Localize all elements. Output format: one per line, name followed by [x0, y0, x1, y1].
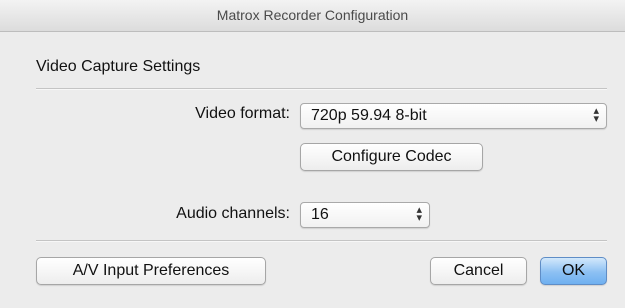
up-down-arrows-icon: ▴ ▾: [593, 105, 599, 126]
video-format-label: Video format:: [195, 105, 290, 122]
audio-channels-value: 16: [311, 206, 329, 223]
audio-channels-label: Audio channels:: [176, 205, 290, 222]
window-titlebar[interactable]: Matrox Recorder Configuration: [0, 0, 625, 32]
configure-codec-button[interactable]: Configure Codec: [300, 143, 483, 171]
video-format-select[interactable]: 720p 59.94 8-bit ▴ ▾: [300, 103, 607, 129]
section-divider: [36, 88, 607, 90]
up-down-arrows-icon: ▴ ▾: [416, 204, 422, 225]
av-input-preferences-button[interactable]: A/V Input Preferences: [36, 257, 266, 285]
audio-channels-select[interactable]: 16 ▴ ▾: [300, 202, 430, 228]
video-format-value: 720p 59.94 8-bit: [311, 107, 427, 124]
ok-button[interactable]: OK: [540, 257, 607, 285]
window-title: Matrox Recorder Configuration: [216, 7, 409, 23]
section-title: Video Capture Settings: [36, 58, 201, 75]
footer-divider: [36, 240, 607, 242]
matrox-recorder-config-window: Matrox Recorder Configuration Video Capt…: [0, 0, 625, 308]
cancel-button[interactable]: Cancel: [430, 257, 527, 285]
